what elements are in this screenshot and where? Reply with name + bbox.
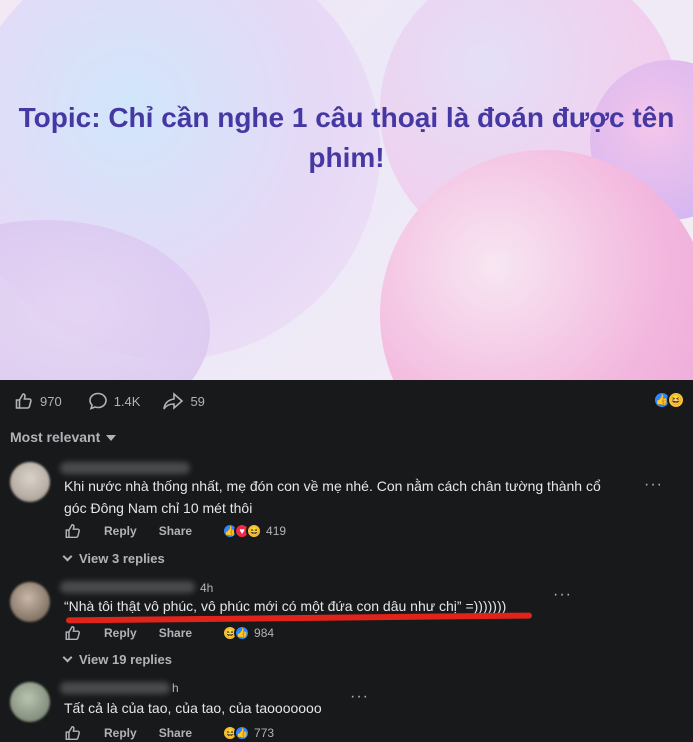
share-count: 59: [190, 393, 205, 409]
thumbs-up-icon[interactable]: [64, 624, 82, 642]
banner-title: Topic: Chỉ cần nghe 1 câu thoại là đoán …: [18, 102, 675, 173]
reply-button[interactable]: Reply: [104, 626, 137, 640]
comment-actions: Reply Share 😆 👍 984: [64, 624, 274, 642]
share-button[interactable]: 59: [162, 391, 205, 411]
thumbs-up-icon[interactable]: [64, 522, 82, 540]
share-button[interactable]: Share: [159, 626, 192, 640]
post-image-banner[interactable]: Topic: Chỉ cần nghe 1 câu thoại là đoán …: [0, 0, 693, 380]
commenter-name-blurred[interactable]: [60, 682, 170, 694]
comment-timestamp[interactable]: h: [172, 681, 179, 695]
view-replies-button[interactable]: View 3 replies: [62, 551, 165, 566]
comment-timestamp[interactable]: 4h: [200, 581, 213, 595]
comment-reactions[interactable]: 😆 👍: [222, 625, 251, 641]
share-button[interactable]: Share: [159, 726, 192, 740]
thumbs-up-icon: [15, 393, 32, 409]
reaction-count: 419: [266, 524, 287, 538]
like-count: 970: [40, 393, 62, 409]
haha-reaction-icon: 😆: [246, 523, 263, 539]
chevron-down-icon: [62, 551, 73, 562]
comment-sort-dropdown[interactable]: Most relevant: [10, 429, 117, 445]
more-options-icon[interactable]: ···: [553, 586, 572, 604]
avatar[interactable]: [10, 582, 50, 622]
avatar[interactable]: [10, 462, 50, 502]
share-button[interactable]: Share: [159, 524, 192, 538]
reaction-count: 773: [254, 726, 275, 740]
avatar[interactable]: [10, 682, 50, 722]
post-reactions[interactable]: 👍 😆: [653, 391, 685, 409]
sort-label: Most relevant: [10, 429, 101, 445]
reaction-count: 984: [254, 626, 275, 640]
like-reaction-icon: 👍: [234, 725, 251, 741]
view-replies-button[interactable]: View 19 replies: [62, 652, 172, 667]
reply-button[interactable]: Reply: [104, 524, 137, 538]
thumbs-up-icon[interactable]: [64, 724, 82, 742]
comment-text: Khi nước nhà thống nhất, mẹ đón con về m…: [64, 478, 601, 516]
commenter-name-blurred[interactable]: [60, 581, 195, 593]
comment-text: Tất cả là của tao, của tao, của taoooooo…: [64, 700, 322, 716]
comment-reactions[interactable]: 😆 👍: [222, 725, 251, 741]
comment-actions: Reply Share 👍 ♥ 😆 419: [64, 522, 286, 540]
reply-button[interactable]: Reply: [104, 726, 137, 740]
comment-actions: Reply Share 😆 👍 773: [64, 724, 274, 742]
comment-button[interactable]: 1.4K: [88, 391, 141, 411]
share-icon: [163, 392, 184, 410]
more-options-icon[interactable]: ···: [350, 688, 369, 706]
like-button[interactable]: 970: [14, 391, 62, 411]
chevron-down-icon: [62, 652, 73, 663]
post-action-bar: 970 1.4K 59 👍 😆: [0, 380, 693, 422]
commenter-name-blurred[interactable]: [60, 462, 190, 474]
more-options-icon[interactable]: ···: [644, 476, 663, 494]
caret-down-icon: [106, 435, 117, 441]
comment-count: 1.4K: [113, 393, 141, 409]
comment-icon: [88, 392, 107, 410]
haha-reaction-icon: 😆: [667, 391, 685, 409]
like-reaction-icon: 👍: [234, 625, 251, 641]
comment-reactions[interactable]: 👍 ♥ 😆: [222, 523, 263, 539]
